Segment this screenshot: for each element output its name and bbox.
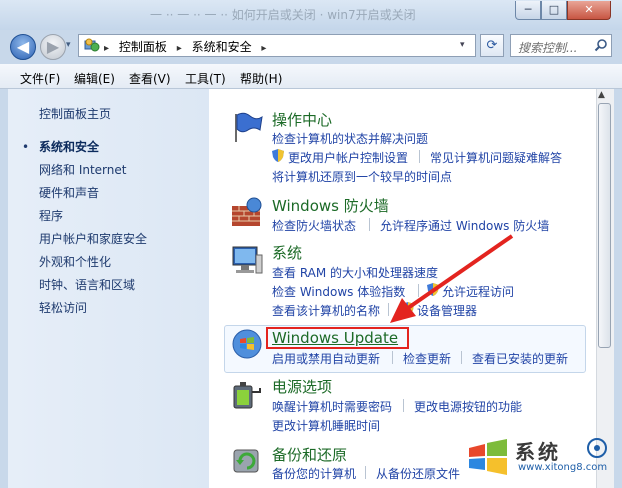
sidebar-item-control-panel-home[interactable]: 控制面板主页 [39,105,111,122]
window-title: 一 ·· 一 ·· 一 ·· 如何开启或关闭 · win7开启或关闭 [150,8,416,22]
task-sleep-time[interactable]: 更改计算机睡眠时间 [272,417,380,434]
task-wake-password[interactable]: 唤醒计算机时需要密码 [272,398,392,415]
category-system-title[interactable]: 系统 [272,242,302,263]
task-separator [419,150,420,163]
category-action-center-title[interactable]: 操作中心 [272,109,332,130]
annotation-arrow-icon [390,234,514,323]
breadcrumb-separator-icon: ▸ [104,43,110,54]
task-change-uac[interactable]: 更改用户帐户控制设置 [288,149,408,166]
minimize-button[interactable]: ─ [515,1,541,20]
task-restore-files[interactable]: 从备份还原文件 [376,465,460,482]
category-firewall-title[interactable]: Windows 防火墙 [272,195,389,216]
menu-view[interactable]: 查看(V) [129,70,171,87]
task-check-updates[interactable]: 检查更新 [403,350,451,367]
refresh-button[interactable]: ⟳ [480,34,504,57]
task-power-button[interactable]: 更改电源按钮的功能 [414,398,522,415]
watermark-text: 系统 [515,440,561,464]
current-item-bullet-icon: • [22,140,30,154]
back-button[interactable]: ◀ [10,34,36,60]
sidebar-item-network-internet[interactable]: 网络和 Internet [39,161,126,178]
maximize-button[interactable]: □ [541,1,567,20]
sidebar-item-clock-language[interactable]: 时钟、语言和区域 [39,276,135,293]
sidebar-item-programs[interactable]: 程序 [39,207,63,224]
task-separator [461,351,462,364]
task-separator [365,466,366,479]
breadcrumb-control-panel[interactable]: 控制面板 [119,40,167,54]
breadcrumb-separator-icon: ▸ [261,43,267,54]
control-panel-icon [84,38,100,52]
sidebar-item-system-security[interactable]: 系统和安全 [39,138,99,155]
breadcrumb-separator-icon: ▸ [176,43,182,54]
address-dropdown-icon[interactable]: ▾ [460,40,465,50]
firewall-brick-wall-icon [232,197,262,226]
task-auto-update-toggle[interactable]: 启用或禁用自动更新 [272,350,380,367]
action-center-flag-icon [235,112,263,142]
uac-shield-icon [272,149,284,162]
scrollbar-thumb[interactable] [598,103,611,348]
windows-update-icon [232,329,262,359]
menu-help[interactable]: 帮助(H) [240,70,282,87]
task-view-installed-updates[interactable]: 查看已安装的更新 [472,350,568,367]
scroll-up-icon[interactable]: ▲ [598,90,605,100]
task-troubleshoot[interactable]: 常见计算机问题疑难解答 [430,149,562,166]
category-power-title[interactable]: 电源选项 [272,376,332,397]
sidebar-item-appearance[interactable]: 外观和个性化 [39,253,111,270]
menu-file[interactable]: 文件(F) [20,70,60,87]
task-computer-name[interactable]: 查看该计算机的名称 [272,302,380,319]
power-battery-icon [233,382,261,409]
category-backup-title[interactable]: 备份和还原 [272,444,347,465]
search-icon[interactable] [594,38,608,52]
task-check-status[interactable]: 检查计算机的状态并解决问题 [272,130,428,147]
watermark-url: www.xitong8.com [518,462,608,473]
task-separator [403,399,404,412]
menu-tools[interactable]: 工具(T) [185,70,226,87]
breadcrumb: ▸ 控制面板 ▸ 系统和安全 ▸ [104,38,272,55]
breadcrumb-system-security[interactable]: 系统和安全 [192,40,252,54]
close-button[interactable]: ✕ [567,1,611,20]
backup-restore-icon [233,449,259,473]
recent-pages-dropdown[interactable]: ▾ [66,40,71,50]
sidebar-item-user-accounts[interactable]: 用户帐户和家庭安全 [39,230,147,247]
search-placeholder: 搜索控制... [518,41,578,55]
task-separator [369,218,370,231]
menu-edit[interactable]: 编辑(E) [74,70,115,87]
task-backup-computer[interactable]: 备份您的计算机 [272,465,356,482]
sidebar-item-hardware-sound[interactable]: 硬件和声音 [39,184,99,201]
task-separator [392,351,393,364]
task-firewall-status[interactable]: 检查防火墙状态 [272,217,356,234]
sidebar-item-ease-of-access[interactable]: 轻松访问 [39,299,87,316]
forward-button[interactable]: ▶ [40,34,66,60]
task-restore-computer[interactable]: 将计算机还原到一个较早的时间点 [272,168,452,185]
system-computer-icon [232,246,263,274]
